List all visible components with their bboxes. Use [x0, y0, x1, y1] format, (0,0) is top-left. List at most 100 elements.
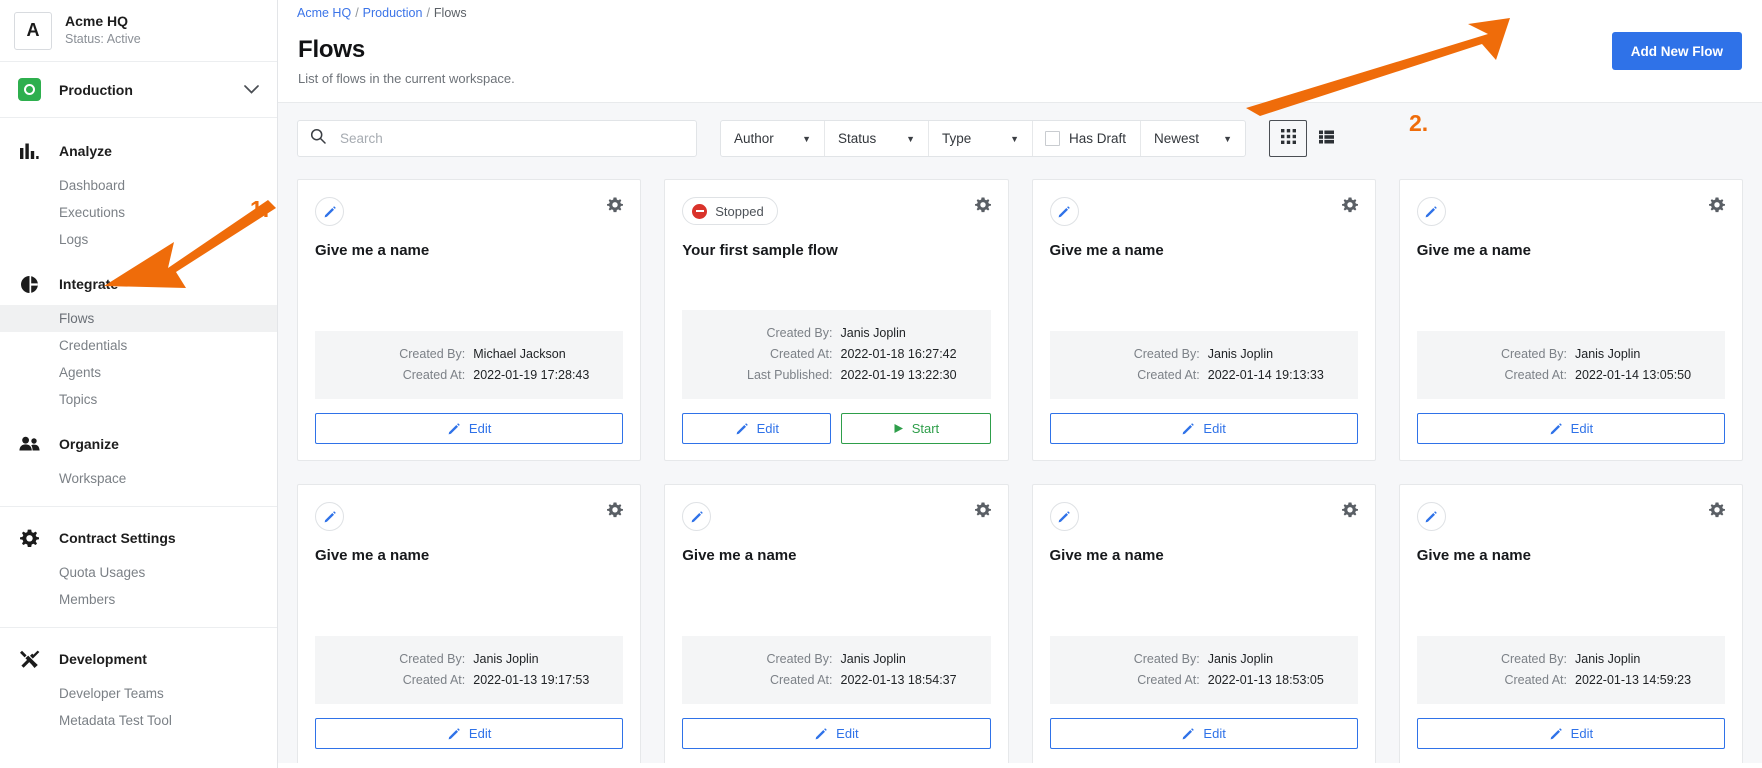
edit-button[interactable]: Edit — [682, 413, 832, 444]
sidebar-item-members[interactable]: Members — [0, 586, 277, 613]
meta-value-created-by: Janis Joplin — [473, 652, 539, 666]
sort-select[interactable]: Newest ▼ — [1141, 121, 1245, 156]
edit-pencil-icon[interactable] — [315, 502, 344, 531]
sidebar-group-development: Development Developer Teams Metadata Test … — [0, 644, 277, 750]
meta-value-created-at: 2022-01-13 18:54:37 — [840, 673, 957, 687]
edit-pencil-icon[interactable] — [315, 197, 344, 226]
add-new-flow-button[interactable]: Add New Flow — [1611, 32, 1742, 70]
meta-value-created-by: Janis Joplin — [1575, 347, 1641, 361]
edit-button[interactable]: Edit — [315, 718, 624, 749]
flow-name: Give me a name — [1416, 242, 1531, 259]
sidebar-item-developer-teams[interactable]: Developer Teams — [0, 680, 277, 707]
card-header — [1049, 502, 1358, 536]
org-header[interactable]: A Acme HQ Status: Active — [0, 0, 277, 62]
sidebar-group-label: Integrate — [59, 276, 119, 292]
list-view-button[interactable] — [1307, 120, 1345, 157]
edit-pencil-icon[interactable] — [1416, 502, 1446, 531]
has-draft-checkbox[interactable] — [1045, 131, 1060, 146]
sidebar-item-workspace[interactable]: Workspace — [0, 465, 277, 492]
card-actions: Edit — [1416, 413, 1725, 444]
tools-icon — [18, 650, 41, 669]
gear-icon[interactable] — [1709, 502, 1725, 523]
edit-button[interactable]: Edit — [682, 718, 991, 749]
breadcrumb-item-production[interactable]: Production — [363, 6, 423, 20]
sidebar-item-agents[interactable]: Agents — [0, 359, 277, 386]
flow-name: Give me a name — [1416, 547, 1531, 564]
grid-view-button[interactable] — [1269, 120, 1308, 157]
sidebar-item-credentials[interactable]: Credentials — [0, 332, 277, 359]
filter-author-label: Author — [734, 131, 774, 146]
sidebar-item-metadata-test-tool[interactable]: Metadata Test Tool — [0, 707, 277, 734]
meta-created-at: Created At: 2022-01-13 19:17:53 — [315, 670, 607, 691]
edit-pencil-icon[interactable] — [682, 502, 712, 531]
flow-card[interactable]: Stopped Your first sample flow Created By:… — [664, 179, 1009, 461]
sort-label: Newest — [1154, 131, 1200, 146]
gear-icon[interactable] — [607, 502, 624, 523]
edit-button-label: Edit — [756, 421, 780, 436]
start-button[interactable]: Start — [841, 413, 991, 444]
sidebar-item-topics[interactable]: Topics — [0, 386, 277, 413]
edit-pencil-icon[interactable] — [1416, 197, 1446, 226]
sidebar-item-quota-usages[interactable]: Quota Usages — [0, 559, 277, 586]
card-metadata: Created By: Janis Joplin Created At: 2022-0… — [682, 636, 991, 704]
edit-button[interactable]: Edit — [1416, 413, 1725, 444]
edit-pencil-icon[interactable] — [1049, 197, 1079, 226]
app-root: A Acme HQ Status: Active Production Anal… — [0, 0, 1762, 768]
edit-pencil-icon[interactable] — [1049, 502, 1079, 531]
pencil-icon — [735, 422, 749, 436]
sidebar-group-header-development[interactable]: Development — [0, 644, 277, 674]
sidebar-item-logs[interactable]: Logs — [0, 226, 277, 253]
meta-value-last-published: 2022-01-19 13:22:30 — [840, 368, 957, 382]
start-button-label: Start — [911, 421, 940, 436]
flow-card[interactable]: Give me a name Created By: Janis Joplin Cre… — [1398, 484, 1743, 763]
flow-card[interactable]: Give me a name Created By: Janis Joplin Cre… — [1031, 179, 1376, 461]
environment-selector[interactable]: Production — [0, 62, 277, 118]
flow-card[interactable]: Give me a name Created By: Janis Joplin Cre… — [664, 484, 1009, 763]
card-metadata: Created By: Janis Joplin Created At: 2022-0… — [1416, 636, 1725, 704]
meta-label-created-by: Created By: — [1500, 347, 1567, 361]
flow-name: Give me a name — [1049, 242, 1164, 259]
filter-has-draft[interactable]: Has Draft — [1033, 121, 1142, 156]
gear-icon[interactable] — [1341, 502, 1358, 523]
edit-button[interactable]: Edit — [315, 413, 624, 444]
flow-card[interactable]: Give me a name Created By: Michael Jackson… — [297, 179, 642, 461]
sidebar-group-header-contract-settings[interactable]: Contract Settings — [0, 523, 277, 553]
chevron-down-icon: ▼ — [906, 133, 915, 144]
filter-group: Author ▼ Status ▼ Type ▼ Has Draft Newes… — [720, 120, 1247, 157]
gear-icon[interactable] — [1341, 197, 1358, 218]
flow-card[interactable]: Give me a name Created By: Janis Joplin Cre… — [297, 484, 642, 763]
breadcrumb-item-acme-hq[interactable]: Acme HQ — [297, 6, 351, 20]
sidebar-item-executions[interactable]: Executions — [0, 199, 277, 226]
gear-icon[interactable] — [1709, 197, 1725, 218]
sidebar-group-label: Organize — [59, 436, 119, 452]
gear-icon[interactable] — [974, 502, 991, 523]
edit-button[interactable]: Edit — [1416, 718, 1725, 749]
search-input[interactable] — [338, 130, 684, 147]
meta-value-created-by: Michael Jackson — [473, 347, 566, 361]
flow-card[interactable]: Give me a name Created By: Janis Joplin Cre… — [1031, 484, 1376, 763]
sidebar-group-header-integrate[interactable]: Integrate — [0, 269, 277, 299]
filter-type[interactable]: Type ▼ — [929, 121, 1033, 156]
card-header: Stopped — [682, 197, 991, 231]
breadcrumb-separator: / — [355, 6, 359, 20]
search-box[interactable] — [297, 120, 697, 157]
bar-chart-icon — [18, 143, 41, 160]
sidebar-item-flows[interactable]: Flows — [0, 305, 277, 332]
gear-icon[interactable] — [607, 197, 624, 218]
gear-icon[interactable] — [974, 197, 991, 218]
pie-chart-icon — [18, 275, 41, 294]
flow-card[interactable]: Give me a name Created By: Janis Joplin Cre… — [1398, 179, 1743, 461]
filter-author[interactable]: Author ▼ — [721, 121, 825, 156]
chevron-down-icon[interactable] — [244, 81, 259, 99]
chevron-down-icon: ▼ — [1010, 133, 1019, 144]
meta-label-created-at: Created At: — [769, 347, 833, 361]
page-subtitle: List of flows in the current workspace. — [298, 71, 515, 86]
sidebar-group-header-analyze[interactable]: Analyze — [0, 136, 277, 166]
edit-button[interactable]: Edit — [1049, 413, 1358, 444]
sidebar-item-dashboard[interactable]: Dashboard — [0, 172, 277, 199]
sidebar-group-header-organize[interactable]: Organize — [0, 429, 277, 459]
filter-status[interactable]: Status ▼ — [825, 121, 929, 156]
page-header: Acme HQ / Production / Flows Flows List of f… — [278, 0, 1762, 86]
edit-button[interactable]: Edit — [1049, 718, 1358, 749]
